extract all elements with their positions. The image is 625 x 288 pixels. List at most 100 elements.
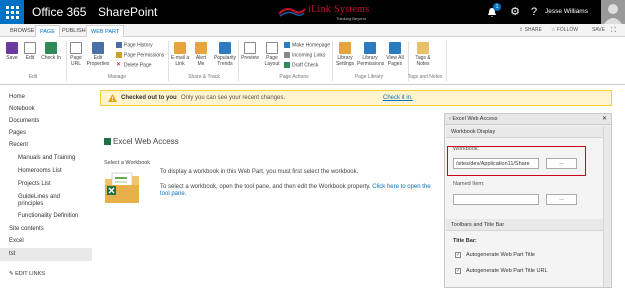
nav-recent-item[interactable]: GuideLines and principles [18, 194, 82, 208]
check-in-button[interactable]: Check In [40, 42, 62, 61]
divider [168, 41, 169, 81]
nav-notebook[interactable]: Notebook [9, 106, 35, 112]
named-item-input[interactable] [453, 194, 539, 205]
make-homepage-button[interactable]: Make Homepage [284, 42, 330, 48]
save-button[interactable]: Save [4, 42, 20, 61]
edit-links-button[interactable]: ✎ EDIT LINKS [9, 271, 45, 277]
help-icon[interactable]: ? [526, 0, 542, 24]
workbook-input[interactable]: /sites/dev/Application11/Share [453, 158, 539, 169]
nav-pages[interactable]: Pages [9, 130, 26, 136]
workbook-browse-button[interactable]: ... [546, 158, 577, 169]
checkbox-autogenerate-title[interactable]: ✓ [455, 252, 461, 258]
webpart-title: Excel Web Access [104, 137, 179, 146]
autogenerate-title-label: Autogenerate Web Part Title [466, 252, 535, 258]
view-pages-icon [389, 42, 401, 54]
status-title: Checked out to you [121, 95, 177, 101]
office365-brand[interactable]: Office 365 [32, 5, 86, 19]
share-button[interactable]: ⇪ SHARE [519, 24, 542, 37]
nav-home[interactable]: Home [9, 94, 25, 100]
email-link-button[interactable]: E-mail a Link [170, 42, 190, 67]
page-permissions-button[interactable]: Page Permissions [116, 52, 164, 58]
edit-button[interactable]: Edit [22, 42, 38, 61]
tab-web-part[interactable]: WEB PART [86, 25, 125, 37]
draft-check-button[interactable]: Draft Check [284, 62, 318, 68]
avatar[interactable] [601, 0, 625, 24]
checkout-status-bar: Checked out to you Only you can see your… [100, 90, 612, 106]
email-icon [174, 42, 186, 54]
library-settings-button[interactable]: Library Settings [334, 42, 356, 67]
view-all-pages-button[interactable]: View All Pages [384, 42, 406, 67]
excel-icon [104, 138, 111, 146]
nav-site-contents[interactable]: Site contents [9, 226, 44, 232]
tab-publish[interactable]: PUBLISH [58, 25, 90, 37]
nav-documents[interactable]: Documents [9, 118, 39, 124]
nav-recent-item[interactable]: Projects List [18, 181, 51, 187]
nav-tst[interactable]: tst [9, 251, 15, 257]
section-toolbars-title-bar[interactable]: Toolbars and Title Bar [446, 219, 610, 231]
checkbox-autogenerate-title-url[interactable]: ✓ [455, 268, 461, 274]
group-label-page-actions: Page Actions [279, 74, 309, 80]
settings-gear-icon[interactable]: ⚙ [506, 0, 524, 24]
edit-properties-button[interactable]: Edit Properties [84, 42, 112, 67]
edit-pencil-icon [24, 42, 36, 54]
group-label-manage: Manage [107, 74, 127, 80]
status-message: Only you can see your recent changes. [181, 95, 286, 101]
trends-chart-icon [219, 42, 231, 54]
divider [238, 41, 239, 81]
nav-recent-item[interactable]: Functionality Definition [18, 213, 78, 219]
logo-text: iLink Systems [308, 4, 370, 15]
divider [332, 41, 333, 81]
close-icon[interactable]: ✕ [602, 115, 607, 122]
warning-icon [108, 94, 117, 102]
tool-pane-title: ‹ Excel Web Access [449, 116, 498, 122]
delete-icon: ✕ [116, 62, 122, 68]
alert-me-button[interactable]: Alert Me [192, 42, 210, 67]
nav-excel[interactable]: Excel [9, 238, 24, 244]
save-link[interactable]: SAVE [592, 24, 605, 37]
named-item-browse-button[interactable]: ... [546, 194, 577, 205]
draft-check-icon [284, 62, 290, 68]
fullscreen-icon[interactable]: ⛶ [611, 24, 616, 37]
workbook-folder-icon [105, 172, 139, 203]
popularity-trends-button[interactable]: Popularity Trends [211, 42, 239, 67]
follow-button[interactable]: ☆ FOLLOW [551, 24, 578, 37]
notifications-bell-icon[interactable]: 1 [480, 0, 504, 24]
tags-notes-button[interactable]: Tags & Notes [412, 42, 434, 67]
tab-page[interactable]: PAGE [35, 25, 60, 37]
group-label-edit: Edit [28, 74, 38, 80]
nav-recent[interactable]: Recent [9, 142, 28, 148]
section-workbook-display[interactable]: Workbook Display [446, 126, 610, 138]
save-icon [6, 42, 18, 54]
check-it-in-link[interactable]: Check it in. [383, 95, 413, 101]
logo-tagline: Thinking Beyond [336, 16, 366, 21]
page-url-icon [70, 42, 82, 54]
title-bar-label: Title Bar: [453, 238, 477, 244]
select-workbook-label: Select a Workbook [104, 160, 151, 166]
page-layout-button[interactable]: Page Layout [261, 42, 283, 67]
incoming-links-button[interactable]: Incoming Links [284, 52, 325, 58]
library-permissions-button[interactable]: Library Permissions [357, 42, 384, 67]
page-history-button[interactable]: Page History [116, 42, 153, 48]
check-in-icon [45, 42, 57, 54]
tag-icon [417, 42, 429, 54]
divider [446, 41, 447, 81]
nav-recent-item[interactable]: Manuals and Training [18, 155, 75, 161]
sharepoint-brand[interactable]: SharePoint [98, 5, 157, 19]
divider [66, 41, 67, 81]
properties-icon [92, 42, 104, 54]
group-label-share-track: Share & Track [188, 74, 220, 80]
tool-pane-scrollbar[interactable] [603, 126, 611, 287]
tool-pane-header: ‹ Excel Web Access ✕ [445, 114, 611, 125]
nav-recent-item[interactable]: Homerooms List [18, 168, 62, 174]
named-item-label: Named Item: [453, 181, 485, 187]
user-name[interactable]: Jesse Williams [545, 8, 588, 15]
webpart-instruction-2: To select a workbook, open the tool pane… [160, 184, 431, 197]
app-launcher-icon[interactable] [0, 0, 24, 24]
company-logo: iLink Systems Thinking Beyond [278, 3, 398, 21]
history-icon [116, 42, 122, 48]
tab-browse[interactable]: BROWSE [6, 25, 38, 37]
page-url-button[interactable]: Page URL [68, 42, 84, 67]
delete-page-button[interactable]: ✕ Delete Page [116, 62, 152, 68]
preview-button[interactable]: Preview [240, 42, 260, 61]
permissions-icon [116, 52, 122, 58]
